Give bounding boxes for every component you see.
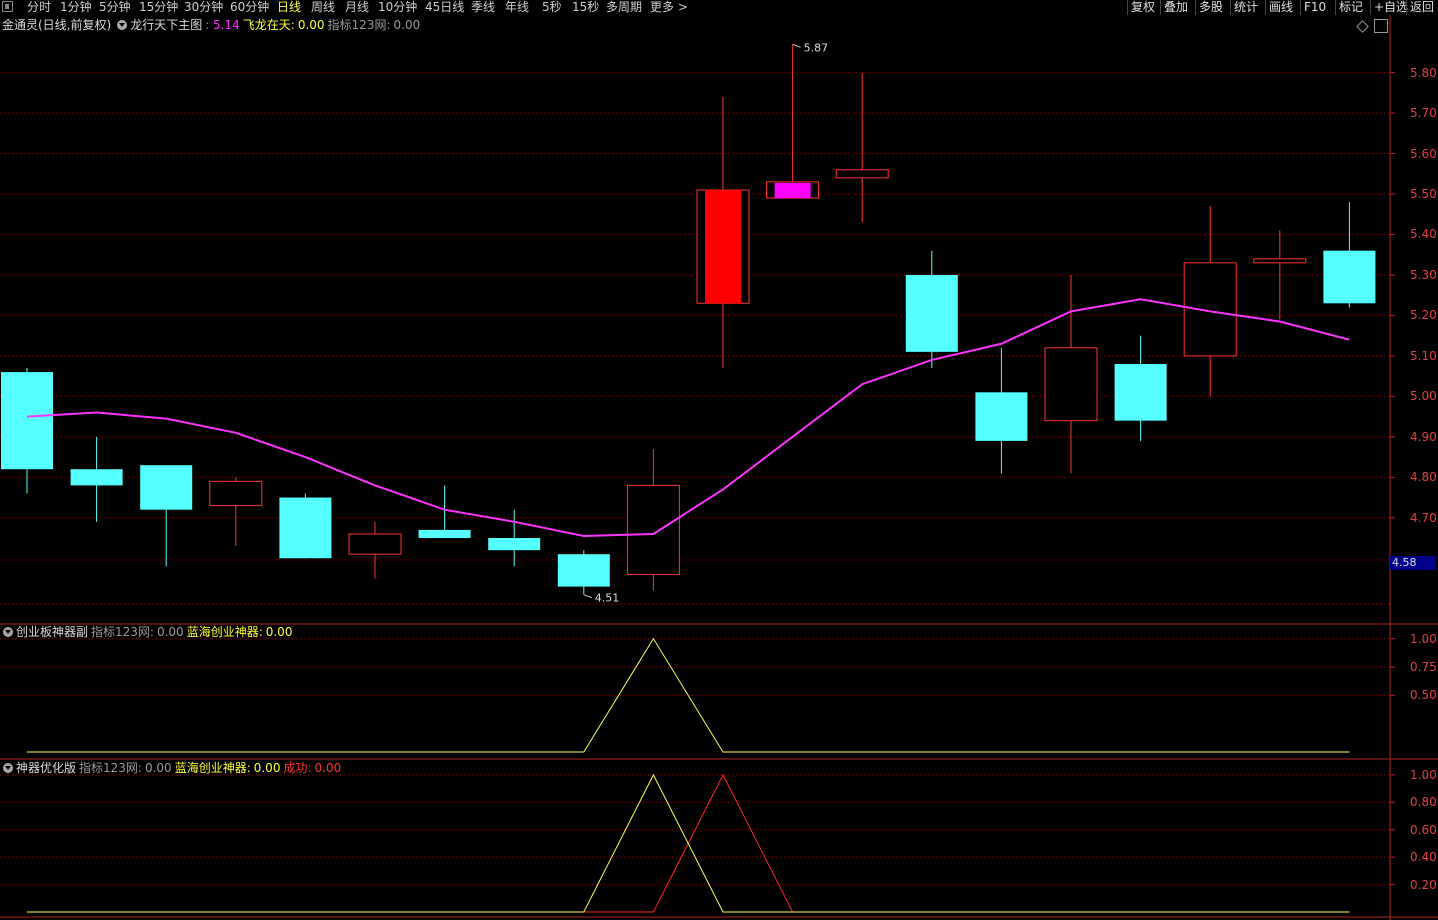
sub2-y-label-3: 0.40 bbox=[1410, 850, 1437, 865]
candle-body bbox=[1044, 347, 1098, 422]
candle-body bbox=[975, 392, 1028, 441]
candle-body bbox=[279, 497, 332, 559]
candle-body bbox=[905, 274, 958, 352]
main-y-label-11: 4.70 bbox=[1410, 510, 1437, 525]
current-price-tag: 4.58 bbox=[1390, 556, 1436, 570]
candle-body bbox=[626, 484, 680, 575]
kline-chart[interactable]: 5.87 4.51 bbox=[0, 0, 1438, 920]
candle-body bbox=[835, 169, 889, 179]
candle-body bbox=[557, 554, 610, 587]
candle-body bbox=[1, 372, 53, 470]
candle-body bbox=[1323, 250, 1376, 304]
low-price-label-pointer bbox=[583, 594, 592, 599]
high-price-label: 5.87 bbox=[804, 41, 829, 54]
main-y-label-2: 5.60 bbox=[1410, 146, 1437, 161]
candle-body bbox=[209, 480, 263, 507]
sub2-y-label-2: 0.60 bbox=[1410, 822, 1437, 837]
sub2-y-label-0: 1.00 bbox=[1410, 767, 1437, 782]
candle-body bbox=[1253, 258, 1307, 264]
main-y-label-6: 5.20 bbox=[1410, 308, 1437, 323]
sub1-y-label-1: 0.75 bbox=[1410, 660, 1437, 674]
candle-body-fill bbox=[774, 182, 811, 199]
main-y-label-4: 5.40 bbox=[1410, 227, 1437, 242]
candle-body bbox=[140, 465, 193, 510]
main-y-label-10: 4.80 bbox=[1410, 470, 1437, 485]
candle-body bbox=[1114, 363, 1167, 421]
main-y-label-0: 5.80 bbox=[1410, 65, 1437, 80]
candle-body bbox=[488, 538, 541, 551]
main-y-label-9: 4.90 bbox=[1410, 429, 1437, 444]
candle-body bbox=[348, 533, 402, 555]
sub1-y-label-0: 1.00 bbox=[1410, 631, 1437, 646]
main-y-label-1: 5.70 bbox=[1410, 106, 1437, 121]
candle-body bbox=[70, 469, 123, 486]
main-y-label-7: 5.10 bbox=[1410, 348, 1437, 363]
sub2-y-label-4: 0.20 bbox=[1410, 877, 1437, 892]
candle-body-fill bbox=[705, 189, 741, 304]
candle-body bbox=[1183, 262, 1237, 357]
candle-body bbox=[418, 529, 471, 539]
main-y-label-5: 5.30 bbox=[1410, 267, 1437, 282]
sub1-yellow-line bbox=[27, 637, 1350, 753]
high-price-label-pointer bbox=[792, 43, 801, 48]
main-y-label-8: 5.00 bbox=[1410, 389, 1437, 404]
sub1-y-label-2: 0.50 bbox=[1410, 688, 1437, 703]
sub2-y-label-1: 0.80 bbox=[1410, 795, 1437, 810]
sub2-yellow-line bbox=[27, 773, 1350, 913]
low-price-label: 4.51 bbox=[595, 592, 620, 605]
main-y-label-3: 5.50 bbox=[1410, 187, 1437, 202]
